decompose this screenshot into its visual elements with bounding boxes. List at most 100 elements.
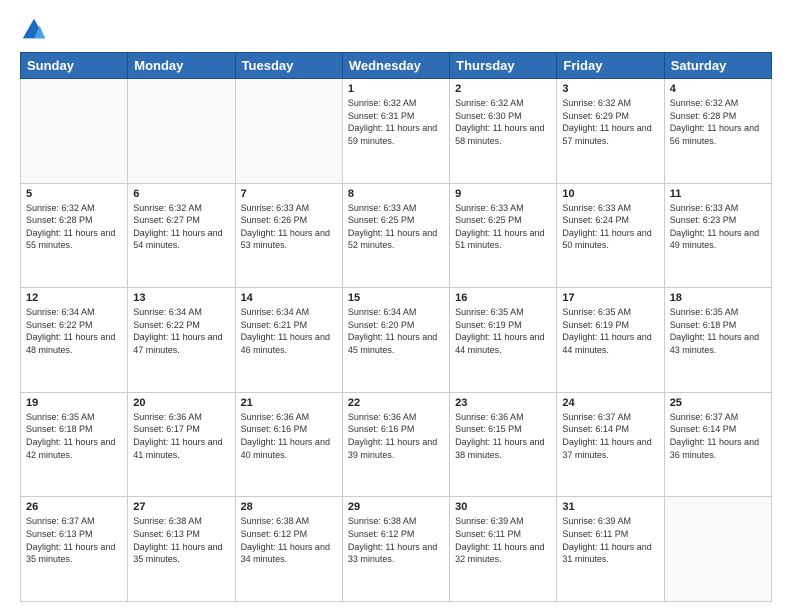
day-info: Sunrise: 6:34 AM Sunset: 6:22 PM Dayligh… xyxy=(26,306,122,356)
calendar-cell: 17Sunrise: 6:35 AM Sunset: 6:19 PM Dayli… xyxy=(557,288,664,393)
calendar-cell: 10 Sunrise: 6:33 AM Sunset: 6:24 PM Dayli… xyxy=(557,183,664,288)
calendar-cell: 6 Sunrise: 6:32 AM Sunset: 6:27 PM Daylig… xyxy=(128,183,235,288)
day-info: Sunrise: 6:33 AM Sunset: 6:25 PM Dayligh… xyxy=(455,202,551,252)
calendar-cell: 26Sunrise: 6:37 AM Sunset: 6:13 PM Dayli… xyxy=(21,497,128,602)
calendar-cell: 3 Sunrise: 6:32 AM Sunset: 6:29 PM Daylig… xyxy=(557,79,664,184)
day-info: Sunrise: 6:36 AM Sunset: 6:17 PM Dayligh… xyxy=(133,411,229,461)
calendar-cell: 1 Sunrise: 6:32 AM Sunset: 6:31 PM Daylig… xyxy=(342,79,449,184)
calendar-cell: 16Sunrise: 6:35 AM Sunset: 6:19 PM Dayli… xyxy=(450,288,557,393)
calendar-cell xyxy=(21,79,128,184)
calendar-cell xyxy=(128,79,235,184)
calendar-header-sunday: Sunday xyxy=(21,53,128,79)
day-info: Sunrise: 6:39 AM Sunset: 6:11 PM Dayligh… xyxy=(562,515,658,565)
day-number: 29 xyxy=(348,501,444,513)
calendar-week-3: 12 Sunrise: 6:34 AM Sunset: 6:22 PM Dayli… xyxy=(21,288,772,393)
day-number: 3 xyxy=(562,83,658,95)
calendar-cell: 22 Sunrise: 6:36 AM Sunset: 6:16 PM Dayli… xyxy=(342,392,449,497)
day-info: Sunrise: 6:37 AM Sunset: 6:14 PM Dayligh… xyxy=(562,411,658,461)
day-info: Sunrise: 6:34 AM Sunset: 6:22 PM Dayligh… xyxy=(133,306,229,356)
day-number: 16 xyxy=(455,292,551,304)
day-number: 12 xyxy=(26,292,122,304)
calendar-cell: 14 Sunrise: 6:34 AM Sunset: 6:21 PM Dayli… xyxy=(235,288,342,393)
day-number: 19 xyxy=(26,397,122,409)
calendar-cell: 28Sunrise: 6:38 AM Sunset: 6:12 PM Dayli… xyxy=(235,497,342,602)
calendar-cell: 21Sunrise: 6:36 AM Sunset: 6:16 PM Dayli… xyxy=(235,392,342,497)
day-number: 27 xyxy=(133,501,229,513)
calendar-header-row: SundayMondayTuesdayWednesdayThursdayFrid… xyxy=(21,53,772,79)
day-number: 17 xyxy=(562,292,658,304)
calendar-cell: 2 Sunrise: 6:32 AM Sunset: 6:30 PM Daylig… xyxy=(450,79,557,184)
day-info: Sunrise: 6:35 AM Sunset: 6:18 PM Dayligh… xyxy=(26,411,122,461)
calendar-cell: 7 Sunrise: 6:33 AM Sunset: 6:26 PM Daylig… xyxy=(235,183,342,288)
calendar-cell: 9 Sunrise: 6:33 AM Sunset: 6:25 PM Daylig… xyxy=(450,183,557,288)
day-info: Sunrise: 6:32 AM Sunset: 6:31 PM Dayligh… xyxy=(348,97,444,147)
calendar-cell: 4 Sunrise: 6:32 AM Sunset: 6:28 PM Daylig… xyxy=(664,79,771,184)
calendar-header-saturday: Saturday xyxy=(664,53,771,79)
day-number: 30 xyxy=(455,501,551,513)
day-number: 9 xyxy=(455,188,551,200)
calendar-cell: 31 Sunrise: 6:39 AM Sunset: 6:11 PM Dayli… xyxy=(557,497,664,602)
calendar-cell: 25Sunrise: 6:37 AM Sunset: 6:14 PM Dayli… xyxy=(664,392,771,497)
day-info: Sunrise: 6:36 AM Sunset: 6:16 PM Dayligh… xyxy=(348,411,444,461)
day-info: Sunrise: 6:37 AM Sunset: 6:13 PM Dayligh… xyxy=(26,515,122,565)
day-info: Sunrise: 6:32 AM Sunset: 6:29 PM Dayligh… xyxy=(562,97,658,147)
day-info: Sunrise: 6:39 AM Sunset: 6:11 PM Dayligh… xyxy=(455,515,551,565)
day-number: 5 xyxy=(26,188,122,200)
logo-icon xyxy=(20,16,48,44)
calendar-cell: 27 Sunrise: 6:38 AM Sunset: 6:13 PM Dayli… xyxy=(128,497,235,602)
day-info: Sunrise: 6:32 AM Sunset: 6:28 PM Dayligh… xyxy=(670,97,766,147)
day-number: 2 xyxy=(455,83,551,95)
calendar-header-wednesday: Wednesday xyxy=(342,53,449,79)
calendar-table: SundayMondayTuesdayWednesdayThursdayFrid… xyxy=(20,52,772,602)
day-number: 8 xyxy=(348,188,444,200)
day-info: Sunrise: 6:36 AM Sunset: 6:16 PM Dayligh… xyxy=(241,411,337,461)
calendar-cell xyxy=(235,79,342,184)
day-number: 15 xyxy=(348,292,444,304)
calendar-cell: 15Sunrise: 6:34 AM Sunset: 6:20 PM Dayli… xyxy=(342,288,449,393)
calendar-week-1: 1 Sunrise: 6:32 AM Sunset: 6:31 PM Daylig… xyxy=(21,79,772,184)
day-number: 22 xyxy=(348,397,444,409)
calendar-cell: 11 Sunrise: 6:33 AM Sunset: 6:23 PM Dayli… xyxy=(664,183,771,288)
day-number: 14 xyxy=(241,292,337,304)
calendar-cell: 24 Sunrise: 6:37 AM Sunset: 6:14 PM Dayli… xyxy=(557,392,664,497)
day-info: Sunrise: 6:33 AM Sunset: 6:26 PM Dayligh… xyxy=(241,202,337,252)
day-number: 18 xyxy=(670,292,766,304)
calendar-header-friday: Friday xyxy=(557,53,664,79)
calendar-cell: 8Sunrise: 6:33 AM Sunset: 6:25 PM Daylig… xyxy=(342,183,449,288)
calendar-cell: 23Sunrise: 6:36 AM Sunset: 6:15 PM Dayli… xyxy=(450,392,557,497)
calendar-cell: 20Sunrise: 6:36 AM Sunset: 6:17 PM Dayli… xyxy=(128,392,235,497)
calendar-cell: 12 Sunrise: 6:34 AM Sunset: 6:22 PM Dayli… xyxy=(21,288,128,393)
day-info: Sunrise: 6:38 AM Sunset: 6:13 PM Dayligh… xyxy=(133,515,229,565)
calendar-cell: 5 Sunrise: 6:32 AM Sunset: 6:28 PM Daylig… xyxy=(21,183,128,288)
calendar-cell: 18 Sunrise: 6:35 AM Sunset: 6:18 PM Dayli… xyxy=(664,288,771,393)
day-number: 25 xyxy=(670,397,766,409)
day-number: 24 xyxy=(562,397,658,409)
day-info: Sunrise: 6:32 AM Sunset: 6:28 PM Dayligh… xyxy=(26,202,122,252)
calendar-week-4: 19 Sunrise: 6:35 AM Sunset: 6:18 PM Dayli… xyxy=(21,392,772,497)
day-info: Sunrise: 6:33 AM Sunset: 6:24 PM Dayligh… xyxy=(562,202,658,252)
day-number: 10 xyxy=(562,188,658,200)
day-info: Sunrise: 6:38 AM Sunset: 6:12 PM Dayligh… xyxy=(241,515,337,565)
calendar-cell: 30 Sunrise: 6:39 AM Sunset: 6:11 PM Dayli… xyxy=(450,497,557,602)
calendar-cell xyxy=(664,497,771,602)
logo xyxy=(20,16,52,44)
day-number: 31 xyxy=(562,501,658,513)
day-number: 4 xyxy=(670,83,766,95)
day-info: Sunrise: 6:35 AM Sunset: 6:18 PM Dayligh… xyxy=(670,306,766,356)
calendar-header-tuesday: Tuesday xyxy=(235,53,342,79)
day-number: 1 xyxy=(348,83,444,95)
day-number: 6 xyxy=(133,188,229,200)
day-number: 7 xyxy=(241,188,337,200)
calendar-week-2: 5 Sunrise: 6:32 AM Sunset: 6:28 PM Daylig… xyxy=(21,183,772,288)
day-info: Sunrise: 6:32 AM Sunset: 6:27 PM Dayligh… xyxy=(133,202,229,252)
day-number: 11 xyxy=(670,188,766,200)
calendar-week-5: 26Sunrise: 6:37 AM Sunset: 6:13 PM Dayli… xyxy=(21,497,772,602)
calendar-cell: 19 Sunrise: 6:35 AM Sunset: 6:18 PM Dayli… xyxy=(21,392,128,497)
day-info: Sunrise: 6:32 AM Sunset: 6:30 PM Dayligh… xyxy=(455,97,551,147)
day-info: Sunrise: 6:33 AM Sunset: 6:23 PM Dayligh… xyxy=(670,202,766,252)
calendar-header-thursday: Thursday xyxy=(450,53,557,79)
day-info: Sunrise: 6:38 AM Sunset: 6:12 PM Dayligh… xyxy=(348,515,444,565)
calendar-cell: 29 Sunrise: 6:38 AM Sunset: 6:12 PM Dayli… xyxy=(342,497,449,602)
day-info: Sunrise: 6:34 AM Sunset: 6:21 PM Dayligh… xyxy=(241,306,337,356)
day-info: Sunrise: 6:36 AM Sunset: 6:15 PM Dayligh… xyxy=(455,411,551,461)
